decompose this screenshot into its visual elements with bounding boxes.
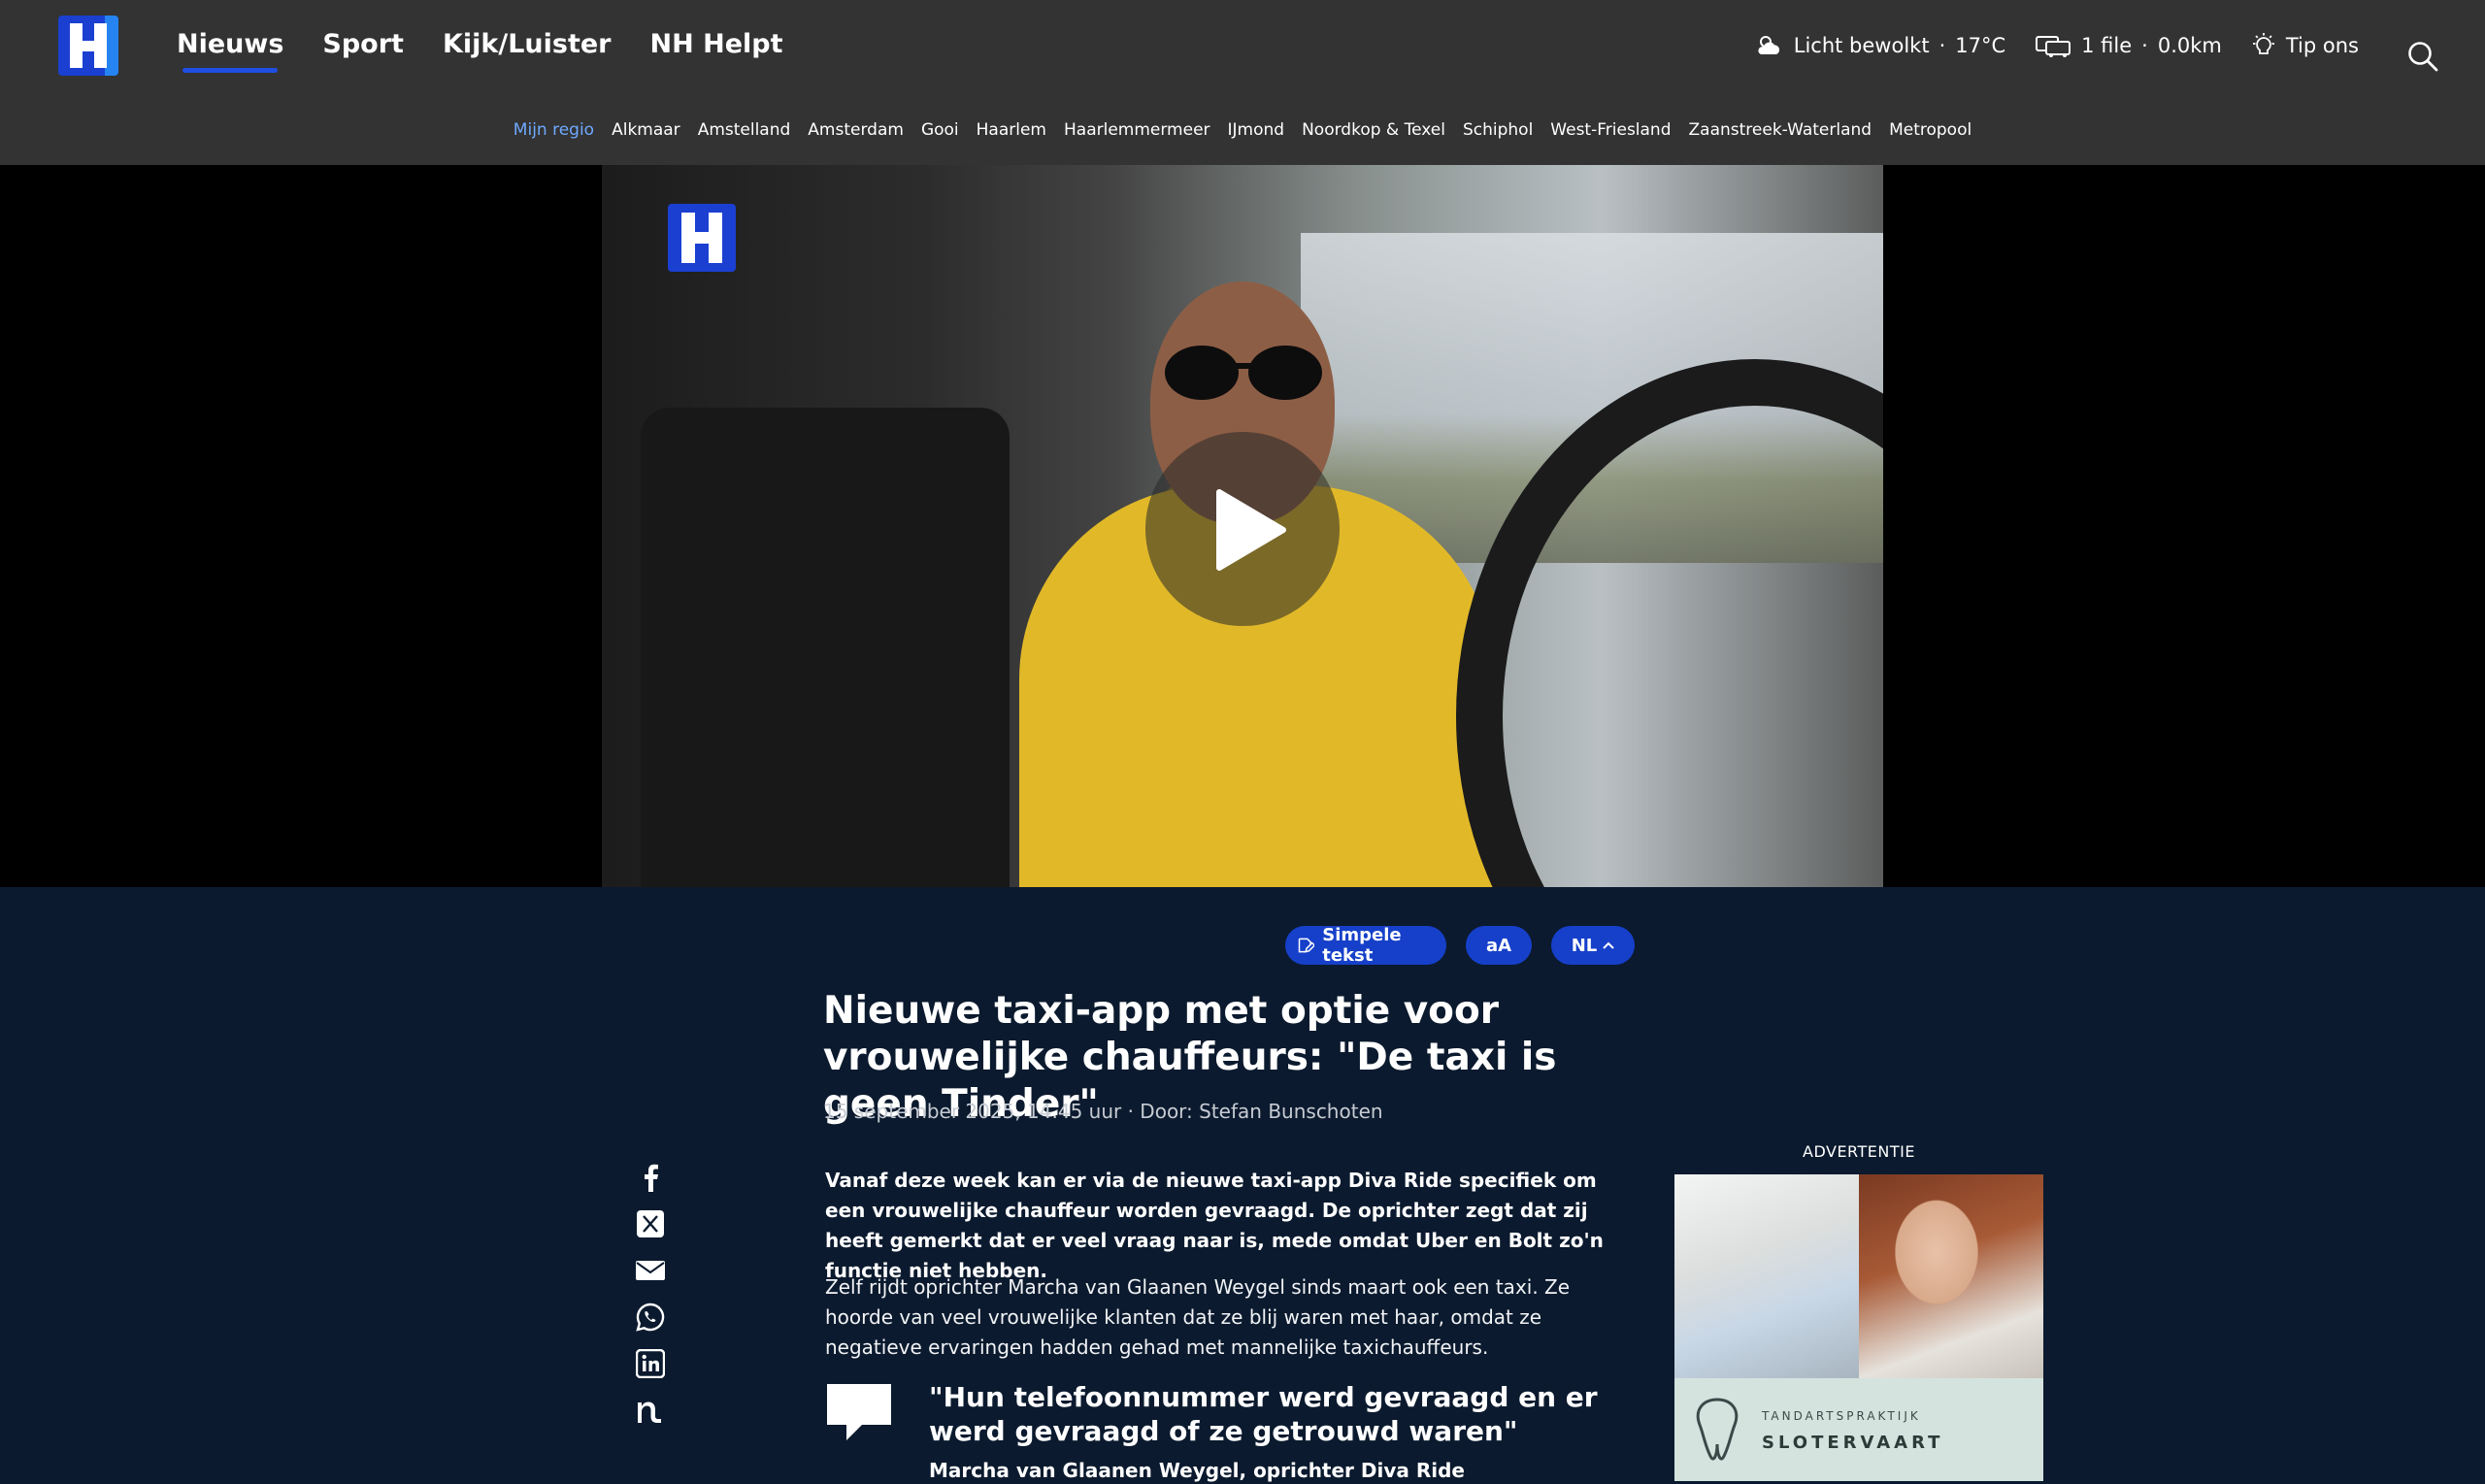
traffic-km: 0.0km: [2157, 34, 2222, 57]
region-amsterdam[interactable]: Amsterdam: [808, 120, 904, 140]
article-paragraph: Zelf rijdt oprichter Marcha van Glaanen …: [825, 1275, 1571, 1359]
region-ijmond[interactable]: IJmond: [1228, 120, 1285, 140]
nu-icon: [638, 1402, 661, 1423]
ad-image-patient: [1859, 1174, 2043, 1378]
share-nujij[interactable]: [635, 1396, 666, 1425]
simple-text-button[interactable]: Simpele tekst: [1285, 925, 1446, 966]
share-email[interactable]: [635, 1256, 666, 1285]
nav-nh-helpt[interactable]: NH Helpt: [650, 29, 783, 73]
region-west-friesland[interactable]: West-Friesland: [1550, 120, 1671, 140]
lightbulb-icon: [2252, 33, 2274, 54]
weather-icon: [1758, 36, 1779, 54]
region-mijn-regio[interactable]: Mijn regio: [514, 120, 594, 140]
share-x[interactable]: [635, 1209, 666, 1238]
chevron-up-icon: [1603, 941, 1614, 949]
tip-ons-link[interactable]: Tip ons: [2251, 33, 2359, 58]
region-schiphol[interactable]: Schiphol: [1463, 120, 1533, 140]
linkedin-icon: [636, 1349, 665, 1378]
ad-brand: TANDARTSPRAKTIJK SLOTERVAART: [1674, 1378, 2043, 1481]
main-nav: Nieuws Sport Kijk/Luister NH Helpt: [177, 29, 783, 73]
region-zaanstreek-waterland[interactable]: Zaanstreek-Waterland: [1689, 120, 1872, 140]
nav-sport[interactable]: Sport: [322, 29, 404, 73]
region-noordkop-texel[interactable]: Noordkop & Texel: [1302, 120, 1445, 140]
article-lead: Vanaf deze week kan er via de nieuwe tax…: [825, 1169, 1604, 1282]
pull-quote: "Hun telefoonnummer werd gevraagd en er …: [929, 1381, 1598, 1447]
video-player[interactable]: [602, 165, 1883, 887]
share-whatsapp[interactable]: [635, 1303, 666, 1332]
video-nh-logo: [668, 204, 736, 272]
ad-brand-name: SLOTERVAART: [1762, 1433, 1944, 1453]
search-icon: [2408, 42, 2438, 72]
advertisement[interactable]: TANDARTSPRAKTIJK SLOTERVAART: [1674, 1174, 2043, 1481]
play-button[interactable]: [1145, 432, 1340, 626]
video-scene-sunglasses: [1165, 346, 1322, 400]
language-label: NL: [1571, 935, 1598, 956]
region-alkmaar[interactable]: Alkmaar: [612, 120, 680, 140]
share-facebook[interactable]: [635, 1163, 666, 1192]
facebook-icon: [645, 1164, 658, 1192]
traffic-files: 1 file: [2081, 34, 2133, 57]
nav-kijk-luister[interactable]: Kijk/Luister: [443, 29, 612, 73]
video-scene-seat: [641, 408, 1010, 887]
site-header: Nieuws Sport Kijk/Luister NH Helpt Licht…: [0, 0, 2485, 165]
article-tools: Simpele tekst aA NL: [1285, 925, 1635, 966]
ad-label: ADVERTENTIE: [1803, 1142, 1915, 1161]
nav-nieuws[interactable]: Nieuws: [177, 29, 283, 73]
simple-text-label: Simpele tekst: [1322, 925, 1402, 966]
traffic-widget[interactable]: 1 file · 0.0km: [2035, 33, 2222, 58]
search-button[interactable]: [2405, 39, 2440, 74]
email-icon: [636, 1261, 665, 1280]
article-meta: 15 september 2025, 14.45 uur · Door: Ste…: [823, 1100, 1383, 1123]
header-utilities: Licht bewolkt · 17°C 1 file · 0.0km Tip …: [1755, 33, 2417, 58]
weather-widget[interactable]: Licht bewolkt · 17°C: [1755, 33, 2005, 58]
ad-image-dentist: [1674, 1174, 1859, 1378]
temperature: 17°C: [1955, 34, 2006, 57]
region-nav: Mijn regio Alkmaar Amstelland Amsterdam …: [0, 120, 2485, 140]
weather-text: Licht bewolkt: [1793, 34, 1930, 57]
share-linkedin[interactable]: [635, 1349, 666, 1378]
edit-document-icon: [1298, 938, 1315, 953]
tip-ons-label: Tip ons: [2285, 34, 2359, 57]
region-amstelland[interactable]: Amstelland: [698, 120, 791, 140]
nh-logo[interactable]: [58, 16, 118, 76]
traffic-icon: [2036, 36, 2071, 57]
language-button[interactable]: NL: [1551, 926, 1635, 965]
tooth-logo-icon: [1696, 1398, 1739, 1461]
ad-brand-small: TANDARTSPRAKTIJK: [1762, 1409, 1921, 1423]
region-haarlem[interactable]: Haarlem: [977, 120, 1046, 140]
region-haarlemmermeer[interactable]: Haarlemmermeer: [1064, 120, 1210, 140]
region-gooi[interactable]: Gooi: [921, 120, 959, 140]
play-icon: [1216, 489, 1286, 571]
quote-attribution: Marcha van Glaanen Weygel, oprichter Div…: [929, 1459, 1465, 1482]
share-bar: [635, 1163, 666, 1425]
font-size-button[interactable]: aA: [1466, 926, 1532, 965]
speech-bubble-icon: [827, 1384, 891, 1440]
video-band: [0, 165, 2485, 887]
x-icon: [637, 1210, 664, 1237]
region-metropool[interactable]: Metropool: [1889, 120, 1971, 140]
whatsapp-icon: [636, 1303, 665, 1332]
